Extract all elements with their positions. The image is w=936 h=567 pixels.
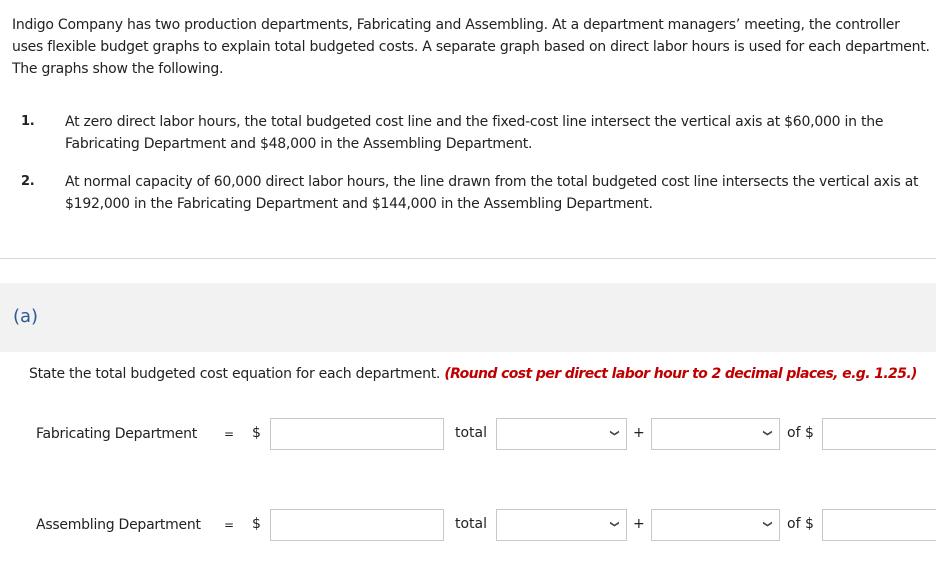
part-label: (a) <box>13 306 39 327</box>
dollar-sign: $ <box>252 425 261 441</box>
item-number: 2. <box>21 174 35 189</box>
item-text: At normal capacity of 60,000 direct labo… <box>65 174 919 212</box>
department-label: Assembling Department <box>36 517 201 533</box>
chevron-down-icon: ❯ <box>609 429 620 437</box>
fixed-cost-input[interactable] <box>270 418 444 450</box>
rounding-hint: (Round cost per direct labor hour to 2 d… <box>444 366 917 382</box>
equals-sign: = <box>224 427 235 441</box>
equation-row-assembling: Assembling Department = $ total ❯ + ❯ of… <box>0 509 936 543</box>
part-instruction: State the total budgeted cost equation f… <box>29 366 917 382</box>
total-label: total <box>455 425 488 441</box>
chevron-down-icon: ❯ <box>762 520 773 528</box>
rate-input[interactable] <box>822 418 936 450</box>
item-text: At zero direct labor hours, the total bu… <box>65 114 884 152</box>
equation-row-fabricating: Fabricating Department = $ total ❯ + ❯ o… <box>0 418 936 452</box>
cost-type-select-2[interactable]: ❯ <box>651 509 780 541</box>
department-label: Fabricating Department <box>36 426 197 442</box>
total-label: total <box>455 516 488 532</box>
cost-type-select-1[interactable]: ❯ <box>496 418 627 450</box>
chevron-down-icon: ❯ <box>609 520 620 528</box>
plus-sign: + <box>633 425 645 441</box>
rate-input[interactable] <box>822 509 936 541</box>
fixed-cost-input[interactable] <box>270 509 444 541</box>
chevron-down-icon: ❯ <box>762 429 773 437</box>
of-dollar-label: of $ <box>787 516 814 532</box>
problem-intro: Indigo Company has two production depart… <box>12 17 930 77</box>
of-dollar-label: of $ <box>787 425 814 441</box>
dollar-sign: $ <box>252 516 261 532</box>
cost-type-select-2[interactable]: ❯ <box>651 418 780 450</box>
equals-sign: = <box>224 518 235 532</box>
cost-type-select-1[interactable]: ❯ <box>496 509 627 541</box>
part-header-panel <box>0 283 936 352</box>
item-number: 1. <box>21 114 35 129</box>
instruction-text: State the total budgeted cost equation f… <box>29 366 441 382</box>
plus-sign: + <box>633 516 645 532</box>
section-divider <box>0 258 936 259</box>
